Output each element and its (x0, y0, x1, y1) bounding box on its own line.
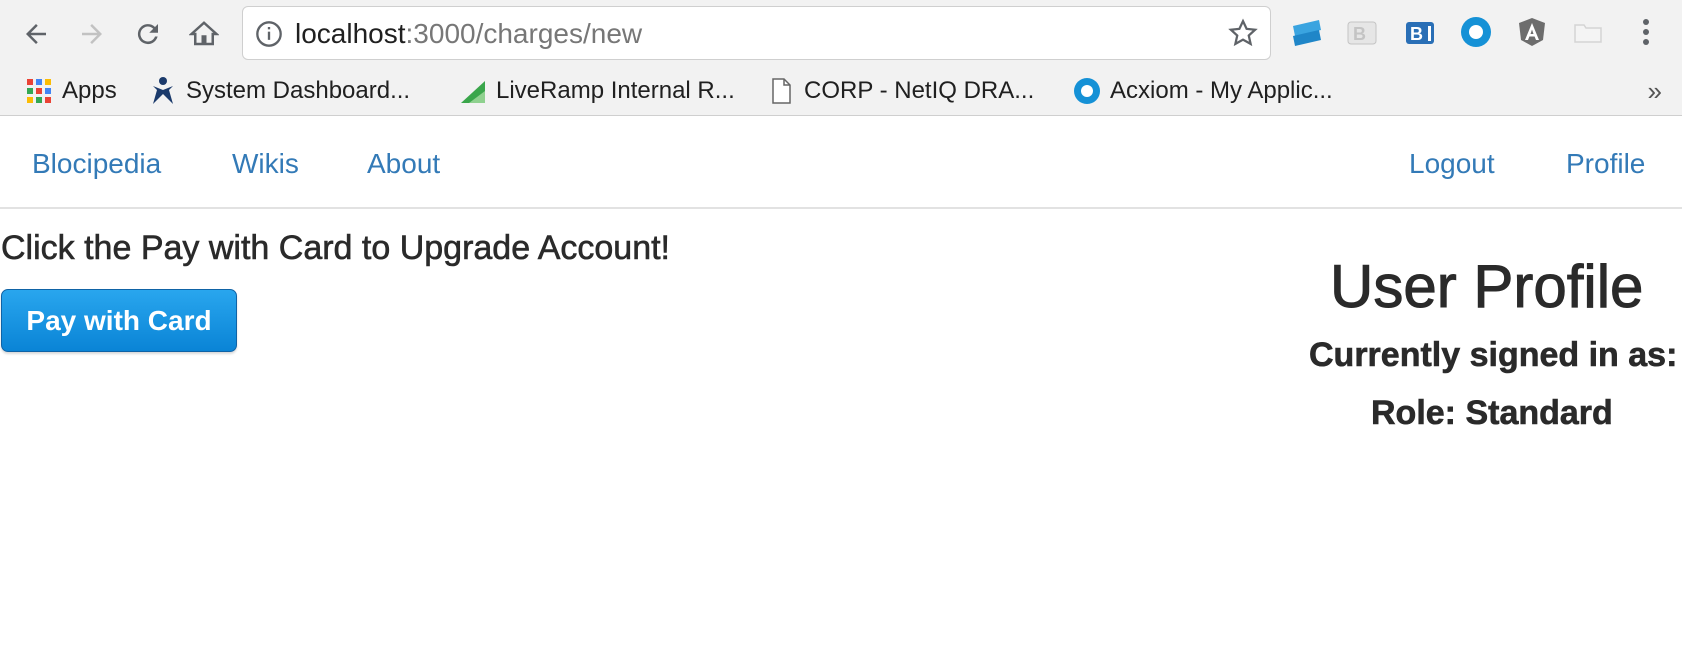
role-label: Role: Standard (1371, 394, 1613, 433)
bookmark-label: Apps (62, 77, 117, 104)
back-arrow-icon (26, 24, 46, 44)
address-bar[interactable]: localhost:3000/charges/new (242, 6, 1271, 60)
extension-folder[interactable] (1570, 14, 1606, 50)
home-icon (189, 21, 219, 46)
bookmark-liveramp[interactable]: LiveRamp Internal R... (458, 73, 735, 109)
circle-blue-icon (1072, 76, 1102, 106)
forward-arrow-icon (82, 24, 102, 44)
stackblitz-icon (1293, 20, 1321, 46)
extension-circle[interactable] (1458, 14, 1494, 50)
nav-logout-link[interactable]: Logout (1409, 147, 1495, 181)
bookmark-star-icon[interactable] (1228, 18, 1258, 48)
url-text[interactable]: localhost:3000/charges/new (295, 20, 642, 48)
bookmark-label: Acxiom - My Applic... (1110, 77, 1333, 104)
reload-button[interactable] (128, 14, 168, 54)
bookmarks-bar: Apps System Dashboard... LiveRamp Intern… (0, 66, 1682, 116)
profile-title: User Profile (1329, 253, 1644, 321)
home-button[interactable] (184, 14, 224, 54)
bookmark-label: LiveRamp Internal R... (496, 77, 735, 104)
svg-text:B: B (1410, 24, 1423, 44)
site-navbar: Blocipedia Wikis About Logout Profile (0, 117, 1682, 209)
bootstrap-gray-icon: B (1347, 21, 1377, 45)
url-host: localhost (295, 18, 406, 49)
bookmarks-overflow-button[interactable]: » (1648, 76, 1662, 107)
extension-bootstrap-blue[interactable]: B (1402, 14, 1438, 50)
bookmark-apps[interactable]: Apps (24, 73, 117, 109)
bookmark-acxiom[interactable]: Acxiom - My Applic... (1072, 73, 1333, 109)
info-icon[interactable] (255, 20, 283, 48)
nav-about-link[interactable]: About (367, 147, 440, 181)
extension-angular[interactable] (1514, 14, 1550, 50)
apps-grid-icon (24, 76, 54, 106)
reload-icon (137, 24, 158, 45)
bookmark-label: System Dashboard... (186, 77, 411, 104)
jira-icon (148, 76, 178, 106)
page-icon (766, 76, 796, 106)
extension-bootstrap-gray[interactable]: B (1344, 14, 1380, 50)
browser-toolbar: localhost:3000/charges/new B B (0, 0, 1682, 66)
extension-stackblitz[interactable] (1289, 14, 1325, 50)
bookmark-label: CORP - NetIQ DRA... (804, 77, 1035, 104)
liveramp-icon (458, 76, 488, 106)
bookmark-corp-netiq[interactable]: CORP - NetIQ DRA... (766, 73, 1034, 109)
nav-brand-link[interactable]: Blocipedia (32, 147, 161, 181)
circle-blue-icon (1461, 17, 1491, 47)
upgrade-heading: Click the Pay with Card to Upgrade Accou… (1, 229, 671, 268)
signed-in-label: Currently signed in as: (1309, 336, 1678, 375)
menu-dots-icon (1643, 19, 1649, 45)
pay-with-card-button[interactable]: Pay with Card (1, 289, 237, 352)
folder-icon (1574, 24, 1602, 43)
browser-menu-button[interactable] (1628, 14, 1664, 50)
bookmark-system-dashboard[interactable]: System Dashboard... (148, 73, 410, 109)
forward-button[interactable] (72, 14, 112, 54)
nav-wikis-link[interactable]: Wikis (232, 147, 299, 181)
angular-icon (1519, 18, 1545, 46)
back-button[interactable] (16, 14, 56, 54)
url-path: :3000/charges/new (405, 18, 643, 49)
nav-profile-link[interactable]: Profile (1566, 147, 1645, 181)
svg-text:B: B (1353, 24, 1366, 44)
bootstrap-blue-icon: B (1406, 22, 1434, 44)
